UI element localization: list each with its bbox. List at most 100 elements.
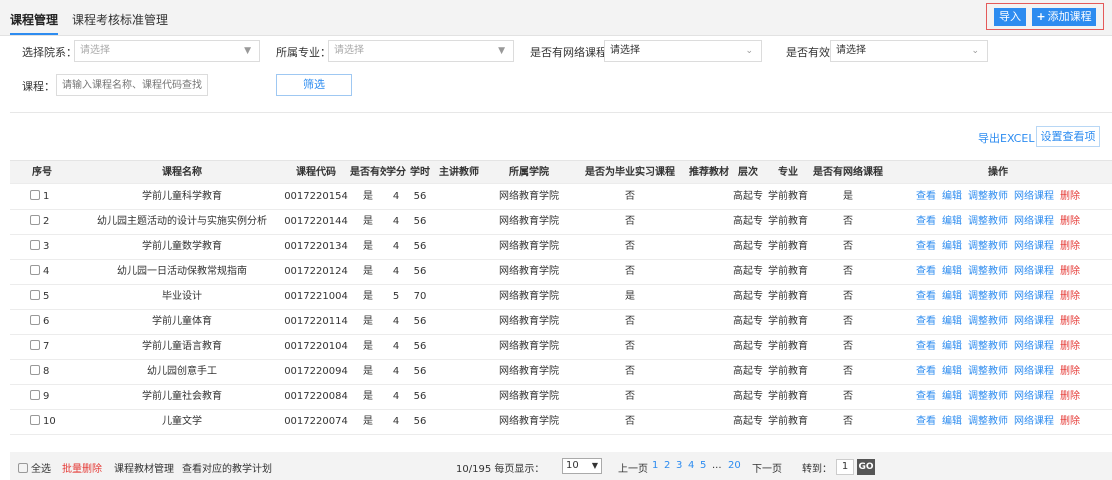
edit-link[interactable]: 编辑 [942, 241, 962, 252]
delete-link[interactable]: 删除 [1060, 216, 1080, 227]
row-select-checkbox[interactable]: 6 [30, 310, 82, 334]
filter-button[interactable]: 筛选 [276, 74, 352, 96]
edit-link[interactable]: 编辑 [942, 216, 962, 227]
adjust-teacher-link[interactable]: 调整教师 [968, 341, 1008, 352]
adjust-teacher-link[interactable]: 调整教师 [968, 366, 1008, 377]
delete-link[interactable]: 删除 [1060, 416, 1080, 427]
go-button[interactable]: GO [857, 459, 875, 475]
is-valid-cell: 是 [363, 191, 373, 202]
online-course-link[interactable]: 网络课程 [1014, 266, 1054, 277]
view-link[interactable]: 查看 [916, 241, 936, 252]
tab-course-assessment-standard[interactable]: 课程考核标准管理 [72, 11, 168, 28]
row-select-checkbox[interactable]: 2 [30, 210, 82, 234]
row-select-checkbox[interactable]: 4 [30, 260, 82, 284]
course-code-cell: 0017221004 [284, 291, 348, 302]
select-all-checkbox[interactable]: 全选 [18, 460, 51, 475]
online-course-link[interactable]: 网络课程 [1014, 291, 1054, 302]
edit-link[interactable]: 编辑 [942, 391, 962, 402]
row-select-checkbox[interactable]: 8 [30, 360, 82, 384]
adjust-teacher-link[interactable]: 调整教师 [968, 416, 1008, 427]
jump-page-input[interactable]: 1 [836, 459, 854, 475]
major-select[interactable]: 请选择 ▼ [328, 40, 514, 62]
online-course-link[interactable]: 网络课程 [1014, 241, 1054, 252]
online-course-link[interactable]: 网络课程 [1014, 341, 1054, 352]
view-link[interactable]: 查看 [916, 366, 936, 377]
adjust-teacher-link[interactable]: 调整教师 [968, 216, 1008, 227]
view-link[interactable]: 查看 [916, 216, 936, 227]
delete-link[interactable]: 删除 [1060, 316, 1080, 327]
row-select-checkbox[interactable]: 3 [30, 235, 82, 259]
is-valid-cell: 是 [363, 216, 373, 227]
view-link[interactable]: 查看 [916, 416, 936, 427]
online-course-link[interactable]: 网络课程 [1014, 191, 1054, 202]
delete-link[interactable]: 删除 [1060, 366, 1080, 377]
online-course-link[interactable]: 网络课程 [1014, 391, 1054, 402]
row-select-checkbox[interactable]: 1 [30, 185, 82, 209]
row-select-checkbox[interactable]: 5 [30, 285, 82, 309]
adjust-teacher-link[interactable]: 调整教师 [968, 266, 1008, 277]
delete-link[interactable]: 删除 [1060, 266, 1080, 277]
view-link[interactable]: 查看 [916, 341, 936, 352]
page-number[interactable]: 1 [652, 460, 658, 471]
view-link[interactable]: 查看 [916, 391, 936, 402]
import-button[interactable]: 导入 [994, 8, 1026, 26]
edit-link[interactable]: 编辑 [942, 316, 962, 327]
view-link[interactable]: 查看 [916, 316, 936, 327]
college-filter-label: 选择院系： [22, 46, 77, 59]
college-select[interactable]: 请选择 ▼ [74, 40, 260, 62]
prev-page-button[interactable]: 上一页 [618, 460, 648, 475]
view-settings-button[interactable]: 设置查看项 [1036, 126, 1100, 147]
is-internship-cell: 否 [625, 241, 635, 252]
is-internship-cell: 否 [625, 266, 635, 277]
edit-link[interactable]: 编辑 [942, 266, 962, 277]
online-course-link[interactable]: 网络课程 [1014, 316, 1054, 327]
adjust-teacher-link[interactable]: 调整教师 [968, 391, 1008, 402]
adjust-teacher-link[interactable]: 调整教师 [968, 241, 1008, 252]
online-course-link[interactable]: 网络课程 [1014, 416, 1054, 427]
teaching-plan-link[interactable]: 查看对应的教学计划 [182, 460, 272, 475]
course-name-cell: 幼儿园一日活动保教常规指南 [117, 266, 247, 277]
course-search-input[interactable] [56, 74, 208, 96]
online-select[interactable]: 请选择 ⌄ [604, 40, 762, 62]
view-link[interactable]: 查看 [916, 191, 936, 202]
delete-link[interactable]: 删除 [1060, 341, 1080, 352]
is-internship-cell: 否 [625, 316, 635, 327]
edit-link[interactable]: 编辑 [942, 366, 962, 377]
row-select-checkbox[interactable]: 7 [30, 335, 82, 359]
is-internship-cell: 否 [625, 191, 635, 202]
page-number[interactable]: 5 [700, 460, 706, 471]
course-materials-link[interactable]: 课程教材管理 [114, 460, 174, 475]
edit-link[interactable]: 编辑 [942, 191, 962, 202]
delete-link[interactable]: 删除 [1060, 191, 1080, 202]
next-page-button[interactable]: 下一页 [752, 460, 782, 475]
row-select-checkbox[interactable]: 10 [30, 410, 82, 434]
add-course-button[interactable]: + 添加课程 [1032, 8, 1096, 26]
online-course-link[interactable]: 网络课程 [1014, 216, 1054, 227]
page-number[interactable]: 4 [688, 460, 694, 471]
page-number[interactable]: 2 [664, 460, 670, 471]
edit-link[interactable]: 编辑 [942, 291, 962, 302]
course-name-cell: 学前儿童语言教育 [142, 341, 222, 352]
course-name-cell: 幼儿园创意手工 [147, 366, 217, 377]
export-excel-button[interactable]: 导出EXCEL [978, 130, 1034, 146]
row-number: 1 [43, 191, 50, 202]
page-size-select[interactable]: 10 ▼ [562, 458, 602, 474]
batch-delete-button[interactable]: 批量删除 [62, 460, 102, 475]
page-number[interactable]: 20 [728, 460, 741, 471]
adjust-teacher-link[interactable]: 调整教师 [968, 191, 1008, 202]
valid-select[interactable]: 请选择 ⌄ [830, 40, 988, 62]
view-link[interactable]: 查看 [916, 291, 936, 302]
edit-link[interactable]: 编辑 [942, 341, 962, 352]
adjust-teacher-link[interactable]: 调整教师 [968, 316, 1008, 327]
college-cell: 网络教育学院 [499, 291, 559, 302]
online-course-link[interactable]: 网络课程 [1014, 366, 1054, 377]
delete-link[interactable]: 删除 [1060, 391, 1080, 402]
view-link[interactable]: 查看 [916, 266, 936, 277]
delete-link[interactable]: 删除 [1060, 241, 1080, 252]
edit-link[interactable]: 编辑 [942, 416, 962, 427]
page-number[interactable]: 3 [676, 460, 682, 471]
adjust-teacher-link[interactable]: 调整教师 [968, 291, 1008, 302]
row-select-checkbox[interactable]: 9 [30, 385, 82, 409]
tab-course-management[interactable]: 课程管理 [10, 11, 59, 35]
delete-link[interactable]: 删除 [1060, 291, 1080, 302]
